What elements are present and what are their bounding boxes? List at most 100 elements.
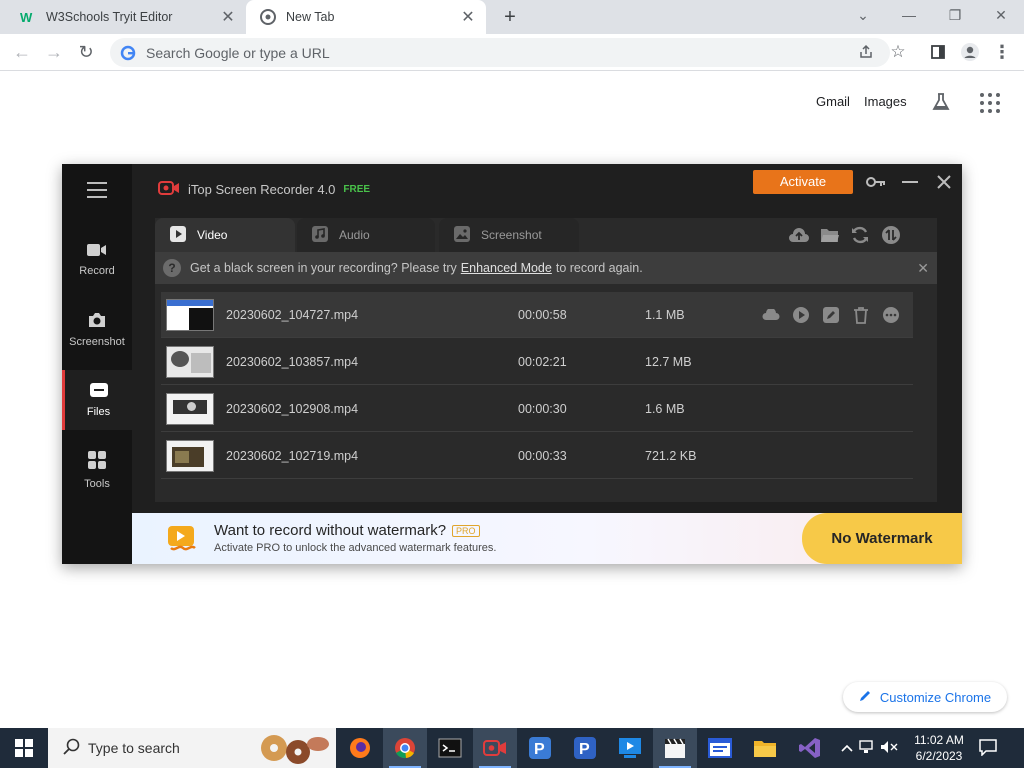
restore-icon[interactable]: ❐ bbox=[932, 0, 978, 34]
network-icon[interactable] bbox=[856, 739, 878, 757]
address-placeholder: Search Google or type a URL bbox=[146, 44, 330, 61]
activate-button[interactable]: Activate bbox=[753, 170, 853, 194]
no-watermark-button[interactable]: No Watermark bbox=[802, 513, 962, 564]
new-tab-plus-icon[interactable]: + bbox=[498, 5, 522, 29]
reload-icon[interactable]: ↻ bbox=[74, 40, 98, 64]
notifications-icon[interactable] bbox=[978, 738, 1002, 758]
tab-screenshot[interactable]: Screenshot bbox=[439, 218, 579, 252]
google-g-icon bbox=[120, 45, 136, 60]
app-p-second-taskbar-icon[interactable]: P bbox=[563, 728, 607, 768]
itop-recorder-window: Record Screenshot Files Tools iTop Scree… bbox=[62, 164, 962, 564]
table-row[interactable]: 20230602_103857.mp4 00:02:21 12.7 MB bbox=[161, 339, 913, 385]
video-thumbnail bbox=[166, 298, 214, 331]
volume-muted-icon[interactable] bbox=[878, 740, 900, 757]
labs-flask-icon[interactable] bbox=[930, 91, 952, 113]
tab-close-icon[interactable]: ✕ bbox=[216, 7, 240, 27]
share-icon[interactable] bbox=[854, 40, 878, 64]
google-apps-grid-icon[interactable] bbox=[980, 93, 1000, 113]
files-panel: Video Audio Screenshot ? Get a black scr… bbox=[155, 218, 937, 502]
firefox-taskbar-icon[interactable] bbox=[338, 728, 382, 768]
table-row[interactable]: 20230602_104727.mp4 00:00:58 1.1 MB bbox=[161, 292, 913, 338]
convert-icon[interactable] bbox=[880, 224, 902, 246]
promo-subtext: Activate PRO to unlock the advanced wate… bbox=[214, 542, 497, 554]
key-icon[interactable] bbox=[865, 172, 887, 192]
edit-icon[interactable] bbox=[821, 305, 841, 325]
hamburger-menu-icon[interactable] bbox=[87, 182, 107, 198]
tab-title: W3Schools Tryit Editor bbox=[46, 10, 173, 24]
refresh-icon[interactable] bbox=[849, 224, 871, 246]
address-bar[interactable]: Search Google or type a URL bbox=[110, 38, 890, 67]
sidebar-item-files[interactable]: Files bbox=[62, 370, 132, 430]
taskbar-search-placeholder: Type to search bbox=[88, 740, 180, 756]
tab-video[interactable]: Video bbox=[155, 218, 295, 252]
tab-new-tab[interactable]: New Tab ✕ bbox=[246, 0, 486, 34]
minimize-icon[interactable] bbox=[899, 172, 921, 192]
app-p-taskbar-icon[interactable]: P bbox=[518, 728, 562, 768]
table-row[interactable]: 20230602_102908.mp4 00:00:30 1.6 MB bbox=[161, 386, 913, 432]
cloud-icon[interactable] bbox=[761, 305, 781, 325]
row-actions bbox=[761, 305, 911, 325]
enhanced-mode-link[interactable]: Enhanced Mode bbox=[461, 261, 552, 275]
search-icon bbox=[62, 738, 80, 759]
profile-avatar-icon[interactable] bbox=[958, 40, 982, 64]
file-size: 721.2 KB bbox=[645, 448, 697, 463]
customize-chrome-button[interactable]: Customize Chrome bbox=[843, 682, 1007, 712]
forward-arrow-icon[interactable]: → bbox=[42, 40, 66, 64]
itop-recorder-taskbar-icon[interactable] bbox=[473, 728, 517, 768]
customize-chrome-label: Customize Chrome bbox=[879, 689, 992, 705]
sidebar-item-label: Tools bbox=[84, 478, 110, 490]
file-duration: 00:00:33 bbox=[518, 448, 567, 463]
system-tray bbox=[838, 728, 900, 768]
chrome-taskbar-icon[interactable] bbox=[383, 728, 427, 768]
trash-icon[interactable] bbox=[851, 305, 871, 325]
sidebar-item-label: Files bbox=[86, 406, 111, 418]
file-size: 1.6 MB bbox=[645, 401, 685, 416]
window-app-taskbar-icon[interactable] bbox=[698, 728, 742, 768]
sidebar-item-record[interactable]: Record bbox=[62, 230, 132, 290]
taskbar-search-box[interactable]: Type to search bbox=[48, 728, 336, 768]
watermark-promo-banner: Want to record without watermark? PRO Ac… bbox=[132, 513, 962, 564]
video-thumbnail bbox=[166, 439, 214, 472]
video-editor-taskbar-icon[interactable] bbox=[608, 728, 652, 768]
tab-search-chevron-icon[interactable]: ⌄ bbox=[840, 0, 886, 34]
svg-text:P: P bbox=[534, 741, 545, 758]
sidebar-item-tools[interactable]: Tools bbox=[62, 440, 132, 500]
side-panel-icon[interactable] bbox=[926, 40, 950, 64]
promo-headline: Want to record without watermark? bbox=[214, 522, 447, 539]
terminal-taskbar-icon[interactable] bbox=[428, 728, 472, 768]
chrome-menu-icon[interactable]: ⋮ bbox=[990, 40, 1014, 64]
more-icon[interactable] bbox=[881, 305, 901, 325]
tab-w3schools[interactable]: W W3Schools Tryit Editor ✕ bbox=[8, 0, 246, 34]
images-link[interactable]: Images bbox=[864, 94, 907, 109]
tab-label: Audio bbox=[339, 228, 370, 242]
browser-toolbar: ← → ↻ Search Google or type a URL ☆ ⋮ bbox=[0, 34, 1024, 71]
close-window-icon[interactable]: ✕ bbox=[978, 0, 1024, 34]
svg-text:P: P bbox=[579, 741, 590, 758]
donuts-highlight-icon bbox=[256, 730, 332, 768]
tools-grid-icon bbox=[87, 450, 107, 473]
sidebar-item-label: Record bbox=[79, 265, 115, 277]
file-explorer-taskbar-icon[interactable] bbox=[743, 728, 787, 768]
minimize-icon[interactable]: — bbox=[886, 0, 932, 34]
close-icon[interactable] bbox=[933, 172, 955, 192]
taskbar-clock[interactable]: 11:02 AM 6/2/2023 bbox=[905, 732, 973, 764]
svg-text:W: W bbox=[20, 10, 33, 24]
sidebar-item-screenshot[interactable]: Screenshot bbox=[62, 300, 132, 360]
tab-close-icon[interactable]: ✕ bbox=[456, 7, 480, 27]
table-row[interactable]: 20230602_102719.mp4 00:00:33 721.2 KB bbox=[161, 433, 913, 479]
windows-start-icon[interactable] bbox=[0, 728, 48, 768]
cloud-upload-icon[interactable] bbox=[788, 224, 810, 246]
bookmark-star-icon[interactable]: ☆ bbox=[886, 40, 910, 64]
back-arrow-icon[interactable]: ← bbox=[10, 40, 34, 64]
gmail-link[interactable]: Gmail bbox=[816, 94, 850, 109]
visual-studio-taskbar-icon[interactable] bbox=[788, 728, 832, 768]
tab-audio[interactable]: Audio bbox=[297, 218, 435, 252]
play-icon[interactable] bbox=[791, 305, 811, 325]
tray-chevron-up-icon[interactable] bbox=[838, 741, 856, 755]
w3schools-favicon-icon: W bbox=[20, 9, 36, 25]
open-folder-icon[interactable] bbox=[819, 224, 841, 246]
close-notice-icon[interactable]: ✕ bbox=[917, 260, 929, 277]
clapper-board-taskbar-icon[interactable] bbox=[653, 728, 697, 768]
file-duration: 00:00:30 bbox=[518, 401, 567, 416]
browser-tab-strip: W W3Schools Tryit Editor ✕ New Tab ✕ + ⌄… bbox=[0, 0, 1024, 34]
